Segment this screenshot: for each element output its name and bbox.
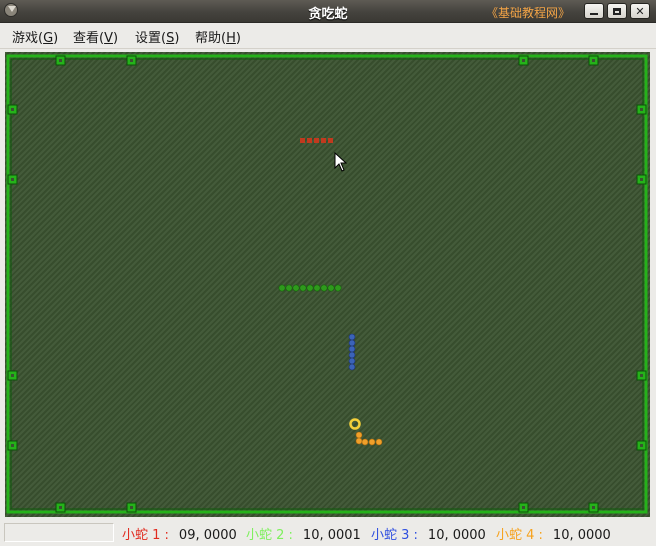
minimize-icon (590, 13, 598, 15)
snake-orange (355, 431, 383, 446)
menu-game[interactable]: 游戏(G) (10, 27, 60, 46)
score-snake-3: 小蛇 3 :10, 0000 (371, 528, 486, 543)
maximize-button[interactable] (607, 3, 627, 19)
menu-help[interactable]: 帮助(H) (193, 27, 243, 46)
score-snake-1: 小蛇 1 :09, 0000 (122, 528, 237, 543)
wall-inner-line (10, 58, 644, 510)
score-snake-4: 小蛇 4 :10, 0000 (496, 528, 611, 543)
snake-red (300, 138, 333, 143)
menu-bar: 游戏(G) 查看(V) 设置(S) 帮助(H) (0, 23, 656, 49)
close-icon: ✕ (635, 4, 645, 18)
brand-label: 《基础教程网》 (485, 6, 570, 20)
game-board[interactable] (5, 52, 650, 517)
minimize-button[interactable] (584, 3, 604, 19)
menu-view[interactable]: 查看(V) (71, 27, 120, 46)
wall-block-holes (11, 59, 643, 509)
mouse-cursor-icon (334, 151, 348, 172)
score-snake-2: 小蛇 2 :10, 0001 (246, 528, 361, 543)
wall-blocks (7, 55, 647, 513)
menu-settings[interactable]: 设置(S) (133, 27, 181, 46)
snake-green (278, 284, 342, 292)
game-canvas (6, 54, 648, 514)
wall-border (6, 54, 648, 514)
title-bar: 贪吃蛇 《基础教程网》 ✕ (0, 0, 656, 23)
status-message-area (4, 523, 114, 542)
close-button[interactable]: ✕ (630, 3, 650, 19)
status-bar: 小蛇 1 :09, 0000 小蛇 2 :10, 0001 小蛇 3 :10, … (0, 519, 656, 546)
snake-blue (348, 333, 356, 371)
food-ring (349, 418, 361, 430)
maximize-icon (613, 7, 621, 15)
